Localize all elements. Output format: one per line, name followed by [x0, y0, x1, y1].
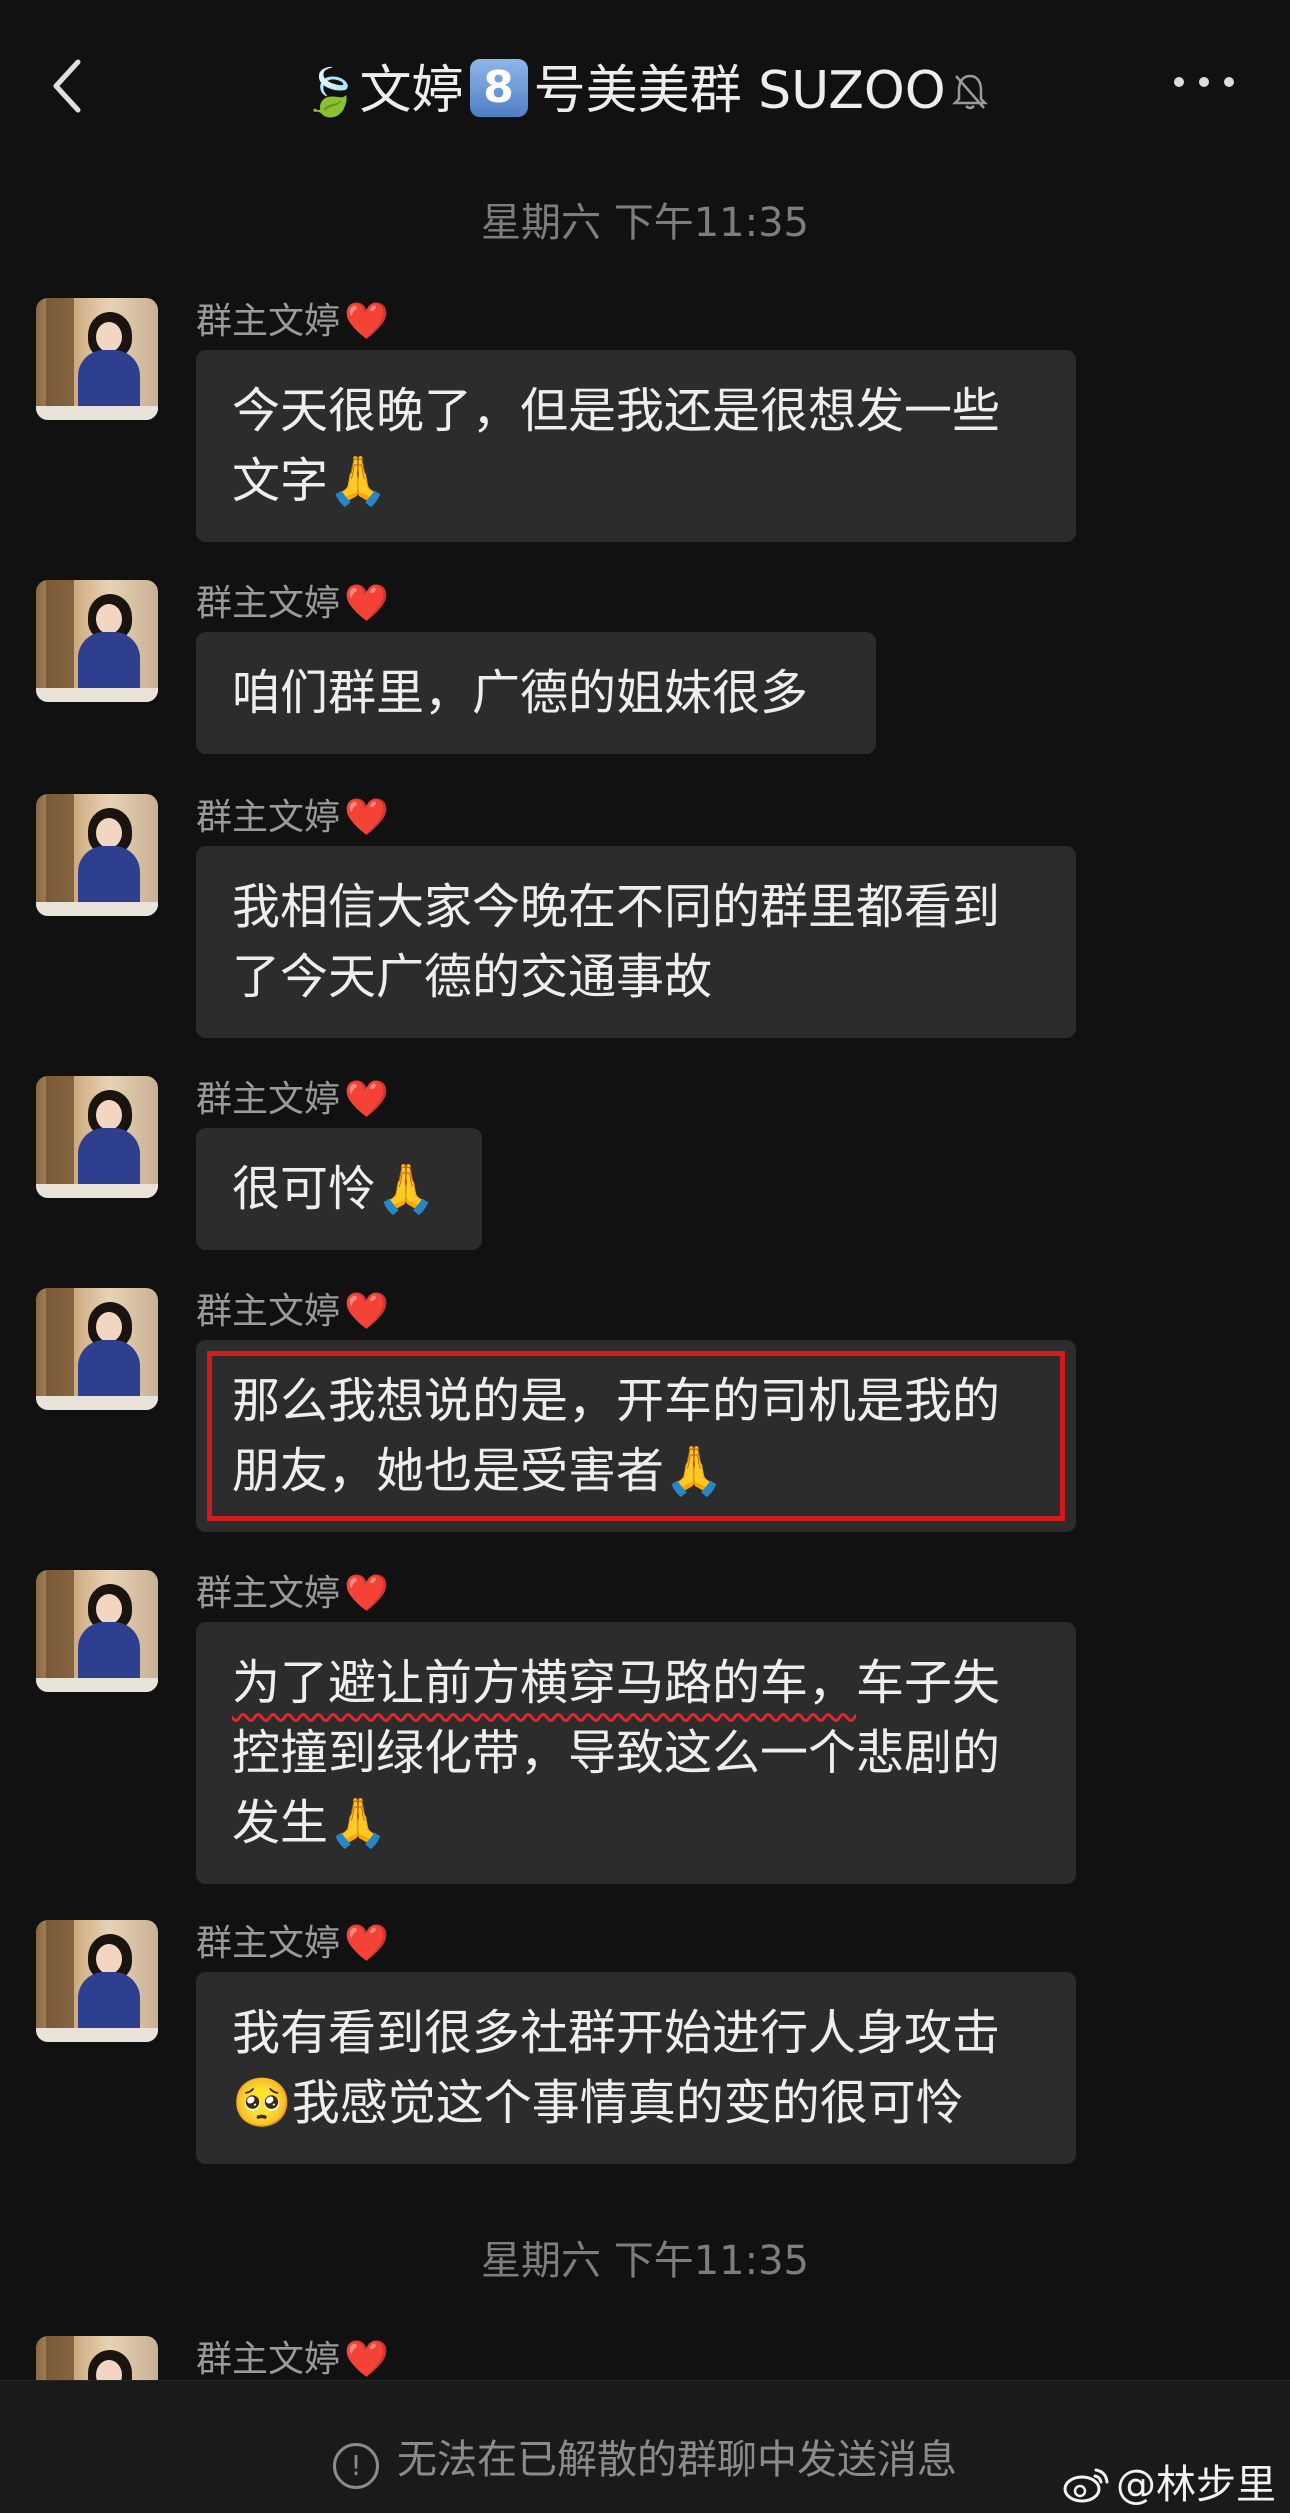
title-part1: 文婷	[359, 61, 464, 121]
info-icon: !	[333, 2443, 379, 2489]
message-bubble[interactable]: 咱们群里，广德的姐妹很多	[196, 632, 876, 754]
heart-emoji: ❤️	[344, 1291, 389, 1332]
avatar[interactable]	[36, 794, 158, 916]
sender-name: 群主文婷 ❤️	[196, 797, 389, 838]
message-bubble[interactable]: 今天很晚了，但是我还是很想发一些 文字🙏	[196, 350, 1076, 542]
chat-title: 🍃文婷 8 号美美群 SUZOO	[0, 48, 1290, 123]
message-line: 那么我想说的是，开车的司机是我的	[232, 1373, 1001, 1429]
sender-name: 群主文婷 ❤️	[196, 1923, 389, 1964]
heart-emoji: ❤️	[344, 583, 389, 624]
heart-emoji: ❤️	[344, 1923, 389, 1964]
message-line: 发生🙏	[232, 1795, 388, 1851]
heart-emoji: ❤️	[344, 797, 389, 838]
message-line: 很可怜🙏	[232, 1161, 436, 1217]
avatar[interactable]	[36, 1920, 158, 2042]
avatar[interactable]	[36, 1076, 158, 1198]
sender-name: 群主文婷 ❤️	[196, 301, 389, 342]
leaf-emoji: 🍃	[302, 65, 360, 119]
timestamp: 星期六 下午11:35	[481, 2238, 809, 2284]
avatar[interactable]	[36, 1570, 158, 1692]
watermark: @林步里	[1062, 2452, 1276, 2510]
sender-name: 群主文婷 ❤️	[196, 1079, 389, 1120]
heart-emoji: ❤️	[344, 2339, 389, 2380]
message-bubble[interactable]: 我相信大家今晚在不同的群里都看到 了今天广德的交通事故	[196, 846, 1076, 1038]
message-line: 🥺我感觉这个事情真的变的很可怜	[232, 2075, 964, 2131]
message-line: 为了避让前方横穿马路的车，车子失	[232, 1655, 1001, 1711]
message-line: 朋友，她也是受害者🙏	[232, 1443, 724, 1499]
message-line: 我有看到很多社群开始进行人身攻击	[232, 2005, 1001, 2061]
underlined-text: 为了避让前方横穿马路的车，	[232, 1655, 857, 1711]
message-bubble[interactable]: 为了避让前方横穿马路的车，车子失 控撞到绿化带，导致这么一个悲剧的 发生🙏	[196, 1622, 1076, 1884]
message-line: 控撞到绿化带，导致这么一个悲剧的	[232, 1725, 1001, 1781]
heart-emoji: ❤️	[344, 301, 389, 342]
message-line: 今天很晚了，但是我还是很想发一些	[232, 383, 1001, 439]
more-icon[interactable]	[1174, 72, 1234, 92]
message-line: 文字🙏	[232, 453, 388, 509]
sender-name: 群主文婷 ❤️	[196, 2339, 389, 2380]
heart-emoji: ❤️	[344, 1079, 389, 1120]
avatar[interactable]	[36, 1288, 158, 1410]
mute-bell-icon	[951, 74, 988, 110]
message-line: 咱们群里，广德的姐妹很多	[232, 665, 809, 721]
avatar[interactable]	[36, 298, 158, 420]
message-line: 我相信大家今晚在不同的群里都看到	[232, 879, 1001, 935]
heart-emoji: ❤️	[344, 1573, 389, 1614]
timestamp: 星期六 下午11:35	[481, 200, 809, 246]
message-bubble[interactable]: 我有看到很多社群开始进行人身攻击 🥺我感觉这个事情真的变的很可怜	[196, 1972, 1076, 2164]
avatar[interactable]	[36, 580, 158, 702]
message-bubble-highlighted[interactable]: 那么我想说的是，开车的司机是我的 朋友，她也是受害者🙏	[196, 1340, 1076, 1532]
sender-name: 群主文婷 ❤️	[196, 1291, 389, 1332]
message-line: 了今天广德的交通事故	[232, 949, 713, 1005]
number-badge: 8	[469, 59, 528, 117]
message-bubble[interactable]: 很可怜🙏	[196, 1128, 482, 1250]
sender-name: 群主文婷 ❤️	[196, 583, 389, 624]
title-part2: 号美美群 SUZOO	[533, 61, 946, 121]
weibo-logo-icon	[1063, 2468, 1109, 2503]
sender-name: 群主文婷 ❤️	[196, 1573, 389, 1614]
chat-header: 🍃文婷 8 号美美群 SUZOO	[0, 0, 1290, 170]
